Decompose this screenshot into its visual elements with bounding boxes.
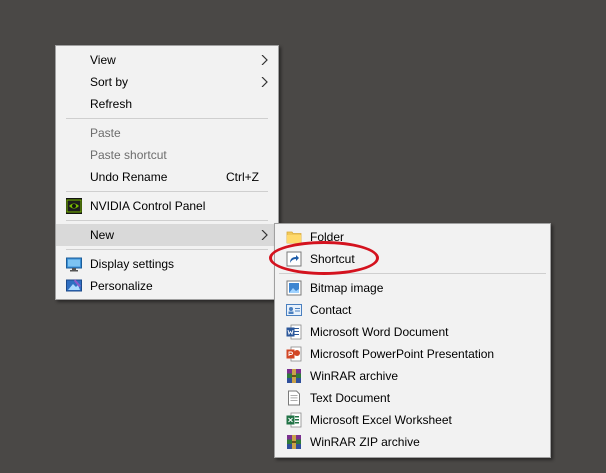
submenu-item-folder[interactable]: Folder (275, 226, 550, 248)
menu-item-paste-shortcut: Paste shortcut (56, 144, 278, 166)
submenu-item-label: Shortcut (310, 252, 355, 266)
chevron-right-icon (261, 77, 268, 87)
menu-item-refresh[interactable]: Refresh (56, 93, 278, 115)
submenu-item-label: Microsoft PowerPoint Presentation (310, 347, 495, 361)
submenu-item-label: Bitmap image (310, 281, 384, 295)
submenu-item-label: Microsoft Word Document (310, 325, 449, 339)
menu-separator (66, 191, 268, 192)
menu-item-display-settings[interactable]: Display settings (56, 253, 278, 275)
menu-item-paste: Paste (56, 122, 278, 144)
menu-item-new[interactable]: New (56, 224, 278, 246)
submenu-item-powerpoint-presentation[interactable]: Microsoft PowerPoint Presentation (275, 343, 550, 365)
text-document-icon (288, 390, 300, 406)
chevron-right-icon (261, 55, 268, 65)
folder-icon (286, 231, 302, 244)
display-settings-icon (66, 257, 82, 272)
winrar-zip-icon (287, 435, 301, 449)
submenu-item-text-document[interactable]: Text Document (275, 387, 550, 409)
menu-item-label: View (90, 53, 116, 67)
chevron-right-icon (261, 230, 268, 240)
submenu-item-label: Contact (310, 303, 352, 317)
shortcut-icon (286, 251, 302, 267)
nvidia-icon (66, 198, 82, 214)
menu-item-sort-by[interactable]: Sort by (56, 71, 278, 93)
desktop-context-menu: View Sort by Refresh Paste Paste shortcu… (55, 45, 279, 300)
winrar-icon (287, 369, 301, 383)
submenu-item-excel-worksheet[interactable]: Microsoft Excel Worksheet (275, 409, 550, 431)
contact-icon (286, 304, 302, 316)
powerpoint-icon (286, 346, 302, 362)
submenu-item-winrar-archive[interactable]: WinRAR archive (275, 365, 550, 387)
menu-item-label: New (90, 228, 115, 242)
submenu-item-contact[interactable]: Contact (275, 299, 550, 321)
menu-item-label: Sort by (90, 75, 129, 89)
menu-item-label: Personalize (90, 279, 153, 293)
new-submenu: Folder Shortcut Bitmap image Contact Mic… (274, 223, 551, 458)
menu-item-label: Undo Rename (90, 170, 168, 184)
submenu-item-label: WinRAR archive (310, 369, 399, 383)
menu-item-label: Refresh (90, 97, 133, 111)
submenu-item-shortcut[interactable]: Shortcut (275, 248, 550, 270)
menu-separator (66, 118, 268, 119)
menu-separator (66, 220, 268, 221)
submenu-item-word-document[interactable]: Microsoft Word Document (275, 321, 550, 343)
word-icon (286, 324, 302, 340)
submenu-item-label: Folder (310, 230, 345, 244)
menu-separator (66, 249, 268, 250)
menu-item-undo-rename[interactable]: Undo Rename Ctrl+Z (56, 166, 278, 188)
submenu-item-label: Microsoft Excel Worksheet (310, 413, 452, 427)
submenu-item-label: Text Document (310, 391, 391, 405)
menu-item-personalize[interactable]: Personalize (56, 275, 278, 297)
submenu-item-label: WinRAR ZIP archive (310, 435, 420, 449)
personalize-icon (66, 279, 82, 292)
submenu-item-bitmap-image[interactable]: Bitmap image (275, 277, 550, 299)
submenu-item-winrar-zip-archive[interactable]: WinRAR ZIP archive (275, 431, 550, 453)
bitmap-icon (286, 280, 302, 296)
menu-item-label: Display settings (90, 257, 175, 271)
menu-item-label: Paste shortcut (90, 148, 167, 162)
excel-icon (286, 412, 302, 428)
menu-separator (279, 273, 546, 274)
menu-item-nvidia-control-panel[interactable]: NVIDIA Control Panel (56, 195, 278, 217)
menu-item-label: Paste (90, 126, 121, 140)
menu-item-label: NVIDIA Control Panel (90, 199, 206, 213)
menu-item-view[interactable]: View (56, 49, 278, 71)
keyboard-shortcut: Ctrl+Z (226, 170, 259, 184)
